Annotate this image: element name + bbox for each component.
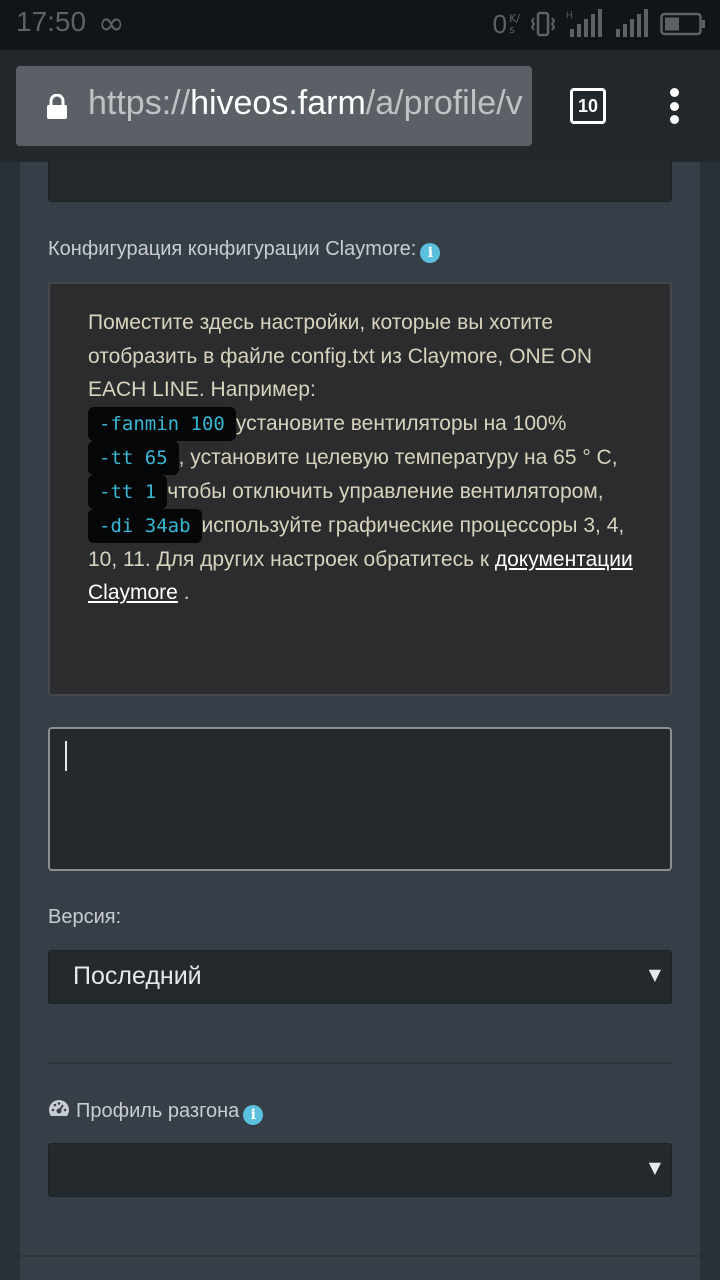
info-icon[interactable]: i: [243, 1105, 264, 1125]
browser-toolbar: https://hiveos.farm/a/profile/v 10: [0, 50, 720, 162]
claymore-config-label: Конфигурация конфигурации Claymore: i: [48, 238, 441, 263]
menu-dot: [669, 101, 679, 111]
form-panel: Конфигурация конфигурации Claymore: i Пом…: [20, 162, 700, 1280]
network-speed: 0 K/s: [492, 8, 520, 39]
claymore-config-textarea[interactable]: [48, 727, 672, 871]
svg-text:H: H: [566, 10, 573, 20]
section-divider: [48, 1062, 672, 1064]
lock-icon: [47, 94, 67, 119]
menu-dot: [669, 88, 679, 97]
vibrate-icon: [530, 11, 556, 37]
claymore-help-box: Поместите здесь настройки, которые вы хо…: [48, 282, 672, 696]
code-example: -tt 1: [88, 474, 168, 509]
overclock-profile-label: Профиль разгона i: [48, 1099, 264, 1125]
status-bar: 17:50 ∞ 0 K/s H: [0, 0, 720, 50]
overclock-profile-select[interactable]: ▼: [48, 1143, 672, 1197]
tabs-count-button[interactable]: 10: [570, 88, 606, 124]
info-icon[interactable]: i: [420, 243, 441, 263]
battery-icon: [660, 12, 705, 36]
signal-h-icon: H: [566, 9, 602, 37]
dropdown-arrow-icon: ▼: [648, 1158, 661, 1177]
version-select[interactable]: Последний ▼: [48, 950, 672, 1004]
panel-footer-divider: [20, 1255, 700, 1257]
dropdown-arrow-icon: ▼: [648, 965, 661, 984]
help-text: Поместите здесь настройки, которые вы хо…: [88, 311, 633, 604]
version-select-value: Последний: [73, 962, 202, 990]
previous-textarea[interactable]: [48, 162, 672, 202]
url-text: https://hiveos.farm/a/profile/v: [88, 84, 523, 122]
status-time: 17:50: [16, 6, 87, 37]
text-caret: [65, 741, 67, 771]
overflow-menu-button[interactable]: [660, 86, 688, 126]
url-bar[interactable]: https://hiveos.farm/a/profile/v: [16, 66, 532, 146]
infinity-icon: ∞: [98, 4, 125, 42]
signal-icon: [616, 9, 648, 37]
code-example: -di 34ab: [88, 508, 202, 543]
code-example: -fanmin 100: [88, 406, 236, 441]
version-label: Версия:: [48, 906, 122, 928]
menu-dot: [669, 115, 679, 124]
code-example: -tt 65: [88, 440, 179, 475]
status-icons: 0 K/s H: [493, 8, 706, 40]
page-content: Конфигурация конфигурации Claymore: i Пом…: [0, 162, 720, 1280]
dashboard-gauge-icon: [49, 1100, 69, 1116]
